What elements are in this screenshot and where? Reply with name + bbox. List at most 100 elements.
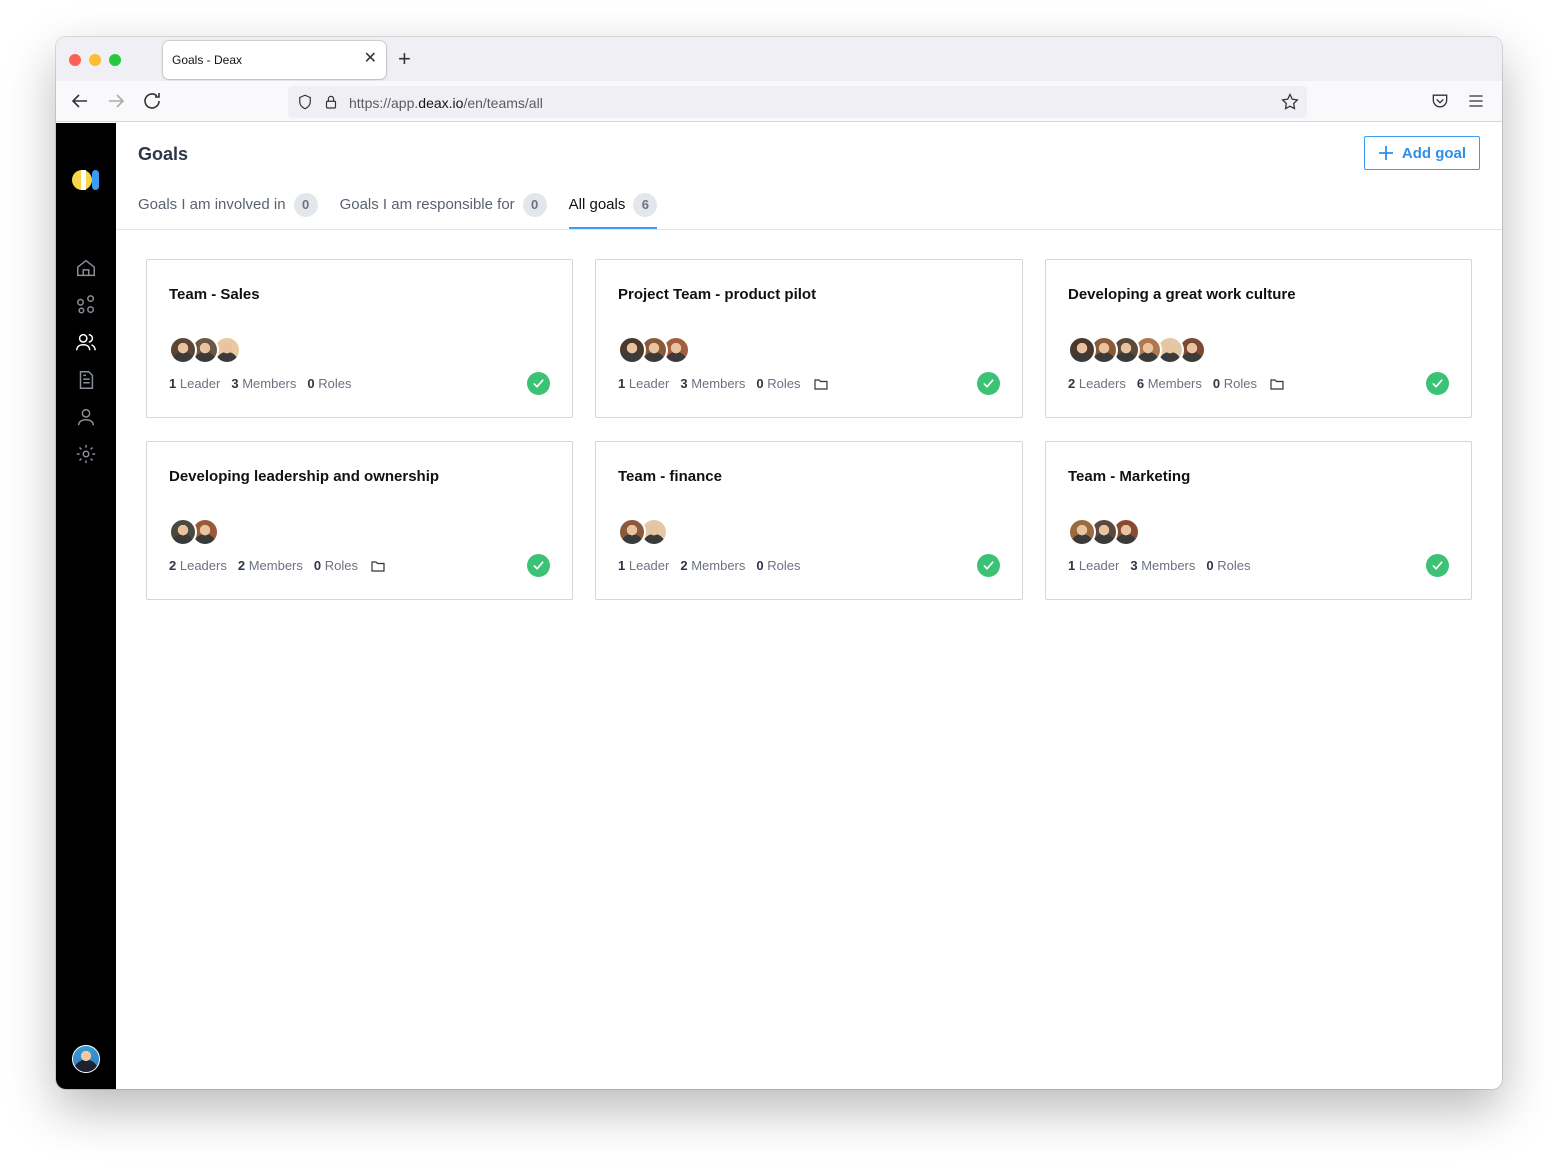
avatar[interactable] bbox=[169, 336, 197, 364]
roles-count-label: Roles bbox=[1223, 376, 1257, 391]
goal-stats: 1 Leader 3 Members 0 Roles bbox=[169, 376, 352, 391]
header-divider bbox=[116, 229, 1502, 230]
avatar[interactable] bbox=[169, 518, 197, 546]
leaders-count-value: 1 bbox=[618, 376, 626, 391]
pocket-icon[interactable] bbox=[1430, 91, 1450, 111]
goal-tabs: Goals I am involved in 0 Goals I am resp… bbox=[138, 193, 658, 229]
members-count-value: 6 bbox=[1136, 376, 1145, 391]
browser-tabbar: Goals - Deax ✕ + bbox=[56, 37, 1502, 81]
roles-count-value: 0 bbox=[756, 376, 764, 391]
roles-count-value: 0 bbox=[307, 376, 315, 391]
leaders-count-label: Leader bbox=[1078, 558, 1120, 573]
add-goal-button[interactable]: Add goal bbox=[1364, 136, 1480, 170]
goal-card[interactable]: Project Team - product pilot 1 Leader 3 Me… bbox=[595, 259, 1023, 418]
app-content: Goals Add goal Goals I am involved in 0 … bbox=[56, 123, 1502, 1089]
roles-count-label: Roles bbox=[324, 558, 358, 573]
users-icon[interactable] bbox=[75, 331, 97, 353]
folder-icon[interactable] bbox=[813, 378, 828, 390]
roles-count-label: Roles bbox=[767, 558, 801, 573]
deax-logo-icon[interactable] bbox=[72, 169, 102, 191]
tab-count-badge: 6 bbox=[633, 193, 658, 217]
roles-count: 0 Roles bbox=[756, 558, 800, 573]
leaders-count: 2 Leaders bbox=[1068, 376, 1126, 391]
avatar[interactable] bbox=[1068, 336, 1096, 364]
goal-stats: 1 Leader 3 Members 0 Roles bbox=[618, 376, 828, 391]
member-avatars bbox=[169, 518, 219, 546]
document-icon[interactable] bbox=[75, 369, 97, 391]
member-avatars bbox=[618, 518, 668, 546]
avatar[interactable] bbox=[1068, 518, 1096, 546]
tab-responsible[interactable]: Goals I am responsible for 0 bbox=[340, 193, 547, 229]
lock-icon[interactable] bbox=[322, 93, 340, 111]
add-goal-label: Add goal bbox=[1401, 144, 1467, 162]
avatar[interactable] bbox=[618, 518, 646, 546]
goal-card[interactable]: Team - Sales 1 Leader 3 Members 0 Roles bbox=[146, 259, 573, 418]
close-window-button[interactable] bbox=[69, 54, 81, 66]
status-check-icon bbox=[1426, 372, 1449, 395]
menu-icon[interactable] bbox=[1466, 91, 1486, 111]
goal-stats: 1 Leader 3 Members 0 Roles bbox=[1068, 558, 1251, 573]
main-content: Goals Add goal Goals I am involved in 0 … bbox=[116, 123, 1502, 1089]
goal-card[interactable]: Developing leadership and ownership 2 Lea… bbox=[146, 441, 573, 600]
members-count-value: 3 bbox=[231, 376, 239, 391]
members-count: 3 Members bbox=[1130, 558, 1195, 573]
url-bar[interactable]: https://app.deax.io/en/teams/all bbox=[288, 86, 1307, 118]
roles-count-label: Roles bbox=[767, 376, 801, 391]
status-check-icon bbox=[527, 554, 550, 577]
folder-icon[interactable] bbox=[371, 560, 385, 572]
plus-icon bbox=[1378, 146, 1393, 160]
goal-card[interactable]: Team - Marketing 1 Leader 3 Members 0 Roles bbox=[1045, 441, 1472, 600]
member-avatars bbox=[618, 336, 690, 364]
members-count-label: Members bbox=[1141, 558, 1196, 573]
forward-icon[interactable] bbox=[104, 89, 128, 113]
goal-stats: 1 Leader 2 Members 0 Roles bbox=[618, 558, 801, 573]
leaders-count: 2 Leaders bbox=[169, 558, 227, 573]
network-icon[interactable] bbox=[75, 294, 97, 316]
leaders-count-label: Leaders bbox=[179, 558, 227, 573]
leaders-count-value: 2 bbox=[169, 558, 177, 573]
tab-all-goals[interactable]: All goals 6 bbox=[568, 193, 658, 229]
back-icon[interactable] bbox=[68, 89, 92, 113]
members-count-label: Members bbox=[248, 558, 303, 573]
goal-card-title: Developing leadership and ownership bbox=[169, 468, 440, 485]
status-check-icon bbox=[977, 372, 1000, 395]
tab-involved[interactable]: Goals I am involved in 0 bbox=[138, 193, 318, 229]
current-user-avatar[interactable] bbox=[72, 1045, 100, 1073]
goal-card[interactable]: Team - finance 1 Leader 2 Members 0 Roles bbox=[595, 441, 1023, 600]
goals-grid: Team - Sales 1 Leader 3 Members 0 Roles Proj… bbox=[146, 259, 1472, 600]
settings-icon[interactable] bbox=[75, 443, 97, 465]
members-count: 2 Members bbox=[680, 558, 745, 573]
leaders-count-label: Leader bbox=[179, 376, 221, 391]
members-count: 3 Members bbox=[680, 376, 745, 391]
leaders-count-label: Leader bbox=[628, 558, 670, 573]
folder-icon[interactable] bbox=[1270, 378, 1284, 390]
leaders-count-value: 1 bbox=[618, 558, 626, 573]
browser-window: Goals - Deax ✕ + https://app.deax.io/en/… bbox=[56, 37, 1502, 1089]
goal-card[interactable]: Developing a great work culture 2 Leaders… bbox=[1045, 259, 1472, 418]
maximize-window-button[interactable] bbox=[109, 54, 121, 66]
roles-count-value: 0 bbox=[1212, 376, 1221, 391]
goal-card-title: Team - Sales bbox=[169, 286, 260, 303]
home-icon[interactable] bbox=[75, 257, 97, 279]
member-avatars bbox=[169, 336, 241, 364]
sidebar bbox=[56, 123, 116, 1089]
browser-tab[interactable]: Goals - Deax ✕ bbox=[163, 41, 386, 79]
leaders-count-value: 1 bbox=[169, 376, 177, 391]
members-count-value: 3 bbox=[680, 376, 688, 391]
avatar[interactable] bbox=[618, 336, 646, 364]
close-tab-icon[interactable]: ✕ bbox=[364, 50, 377, 68]
members-count: 2 Members bbox=[238, 558, 303, 573]
reload-icon[interactable] bbox=[140, 89, 164, 113]
shield-icon[interactable] bbox=[296, 93, 314, 111]
members-count-label: Members bbox=[691, 558, 746, 573]
members-count: 6 Members bbox=[1137, 376, 1202, 391]
user-icon[interactable] bbox=[75, 406, 97, 428]
roles-count-label: Roles bbox=[1217, 558, 1251, 573]
goal-card-title: Team - finance bbox=[618, 468, 722, 485]
url-host: deax.io bbox=[418, 95, 464, 111]
new-tab-button[interactable]: + bbox=[398, 47, 411, 71]
bookmark-star-icon[interactable] bbox=[1280, 92, 1300, 112]
minimize-window-button[interactable] bbox=[89, 54, 101, 66]
leaders-count: 1 Leader bbox=[618, 376, 669, 391]
leaders-count: 1 Leader bbox=[1068, 558, 1119, 573]
